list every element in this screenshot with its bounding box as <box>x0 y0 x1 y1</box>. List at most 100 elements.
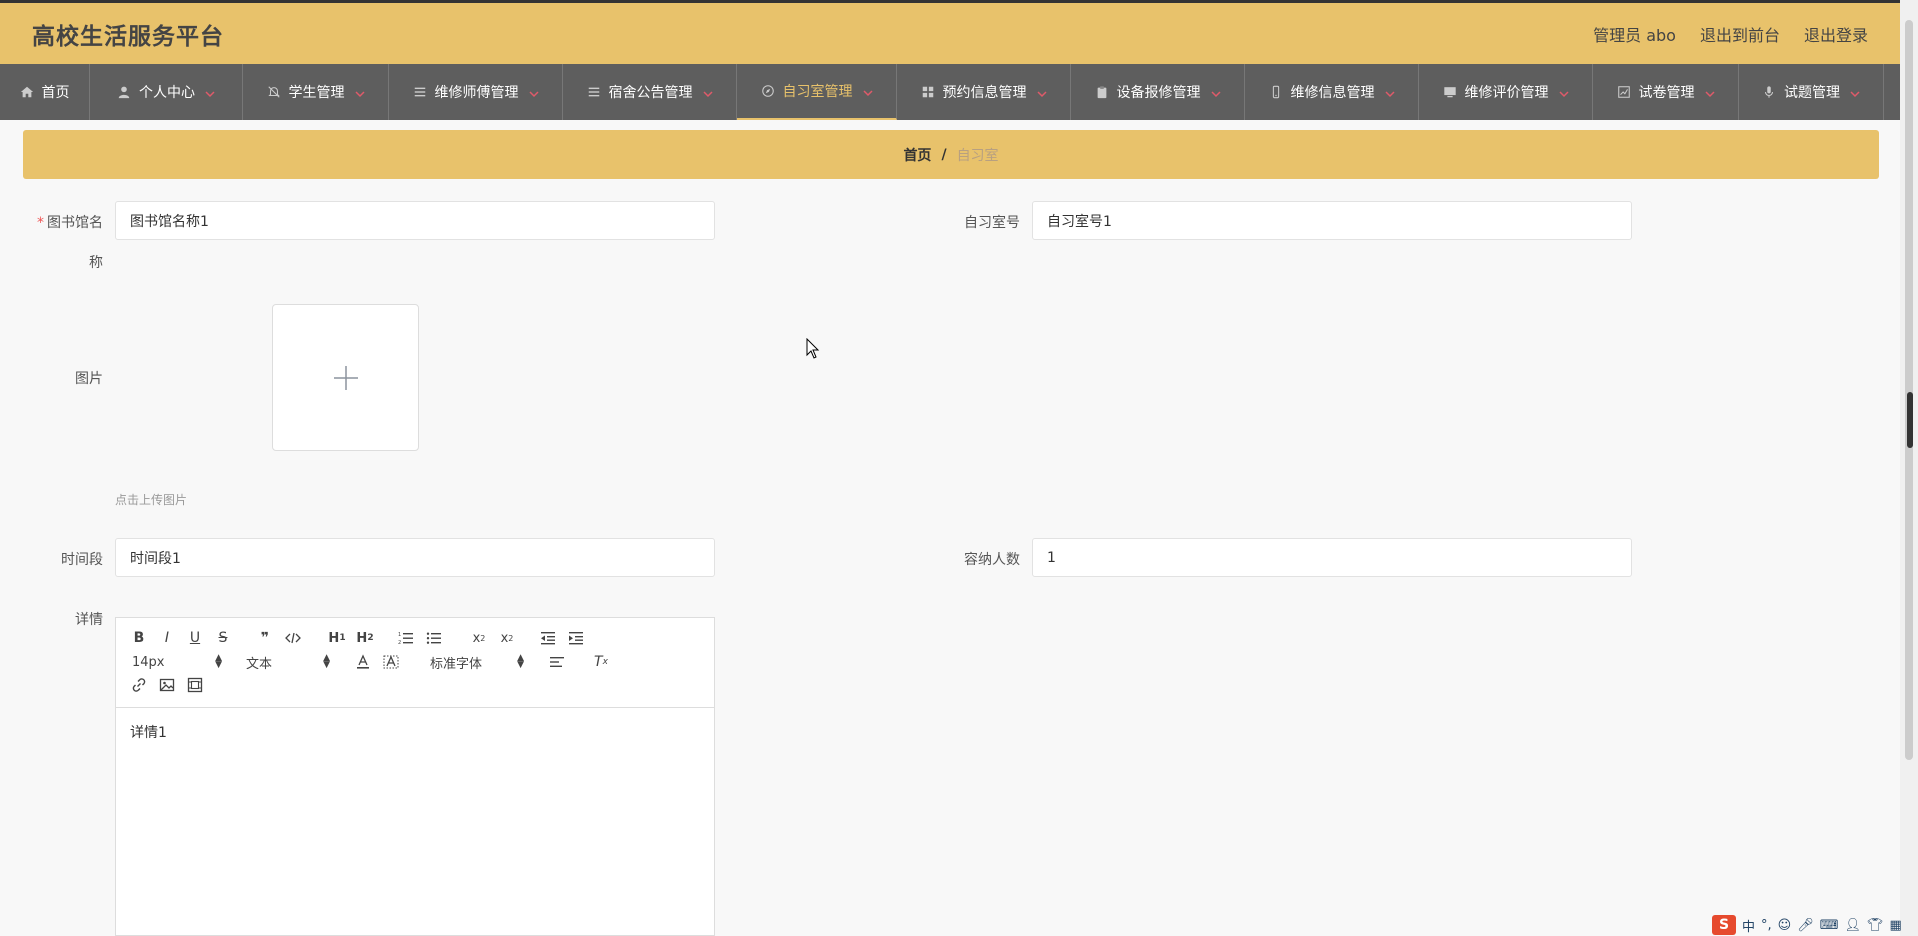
image-upload-button[interactable] <box>272 304 419 451</box>
nav-item-repair-reviews[interactable]: 维修评价管理 <box>1419 64 1593 120</box>
image-icon[interactable] <box>158 676 176 694</box>
user-icon <box>117 85 131 99</box>
font-family-value: 标准字体 <box>430 656 483 672</box>
library-name-label-wrap: 称 <box>89 255 103 271</box>
detail-label: 详情 <box>75 612 103 628</box>
upload-hint: 点击上传图片 <box>115 493 188 507</box>
breadcrumb: 首页 / 自习室 <box>23 130 1879 179</box>
phone-icon <box>1269 85 1283 99</box>
time-slot-label: 时间段 <box>61 552 103 568</box>
nav-item-study-rooms[interactable]: 自习室管理 <box>737 64 897 120</box>
nav-item-papers[interactable]: 试卷管理 <box>1593 64 1739 120</box>
breadcrumb-home[interactable]: 首页 <box>903 145 931 165</box>
mic-icon[interactable]: 🎤︎ <box>1797 918 1814 933</box>
header-picker[interactable]: 文本 ▲ ▼ <box>246 653 330 672</box>
sogou-logo-icon[interactable]: S <box>1712 915 1736 935</box>
logout-link[interactable]: 退出登录 <box>1804 22 1868 46</box>
capacity-label: 容纳人数 <box>964 552 1020 568</box>
nav-item-dorm-notices[interactable]: 宿舍公告管理 <box>563 64 737 120</box>
italic-button[interactable]: I <box>158 629 176 647</box>
h2-button[interactable]: H2 <box>354 629 376 647</box>
nav-label: 试题管理 <box>1784 85 1840 101</box>
underline-button[interactable]: U <box>186 629 204 647</box>
library-name-label: * 图书馆名 <box>30 212 103 232</box>
ime-tray: S 中 °, ☺ 🎤︎ ⌨ 👤︎ 👕︎ ▦ <box>1712 914 1902 936</box>
compass-icon <box>761 84 775 98</box>
font-size-picker[interactable]: 14px ▲ ▼ <box>132 653 222 671</box>
header-actions: 管理员 abo 退出到前台 退出登录 <box>1593 22 1868 46</box>
picture-label: 图片 <box>75 371 103 387</box>
blockquote-icon[interactable]: ❞ <box>256 629 274 647</box>
breadcrumb-current: 自习室 <box>956 147 999 164</box>
nav-label: 维修信息管理 <box>1290 85 1375 101</box>
align-icon[interactable] <box>548 653 566 671</box>
ordered-list-icon[interactable]: 12 <box>397 629 415 647</box>
capacity-input[interactable]: 1 <box>1032 538 1632 577</box>
chevron-down-icon <box>1558 87 1569 98</box>
superscript-button[interactable]: x2 <box>496 629 518 647</box>
indent-icon[interactable] <box>567 629 585 647</box>
to-front-link[interactable]: 退出到前台 <box>1700 22 1780 46</box>
editor-toolbar: B I U S ❞ H1 H2 12 x2 x2 14px ▲ ▼ 文本 ▲ ▼ 标准字… <box>116 618 714 708</box>
top-header: 高校生活服务平台 管理员 abo 退出到前台 退出登录 <box>0 0 1900 64</box>
grid-menu-icon[interactable]: ▦ <box>1890 918 1902 933</box>
nav-item-profile[interactable]: 个人中心 <box>90 64 243 120</box>
nav-label: 学生管理 <box>288 85 345 101</box>
bold-button[interactable]: B <box>130 629 148 647</box>
code-icon[interactable] <box>284 629 302 647</box>
header-value: 文本 <box>246 656 273 672</box>
svg-text:2: 2 <box>398 640 401 646</box>
nav-label: 维修评价管理 <box>1464 85 1549 101</box>
keyboard-icon[interactable]: ⌨ <box>1820 918 1839 933</box>
video-icon[interactable] <box>186 676 204 694</box>
nav-item-equipment-repair[interactable]: 设备报修管理 <box>1071 64 1245 120</box>
room-no-input[interactable]: 自习室号1 <box>1032 201 1632 240</box>
bullet-list-icon[interactable] <box>425 629 443 647</box>
app-title: 高校生活服务平台 <box>32 23 224 50</box>
nav-label: 首页 <box>41 85 70 101</box>
user-icon[interactable]: 👤︎ <box>1845 918 1862 933</box>
nav-label: 预约信息管理 <box>942 85 1027 101</box>
clear-format-icon[interactable]: Tx <box>592 653 610 671</box>
nav-label: 设备报修管理 <box>1116 85 1201 101</box>
h1-button[interactable]: H1 <box>326 629 348 647</box>
library-name-input[interactable]: 图书馆名称1 <box>115 201 715 240</box>
chevron-down-icon <box>1850 87 1860 98</box>
bell-off-icon <box>267 85 281 99</box>
nav-label: 自习室管理 <box>782 84 853 100</box>
background-color-icon[interactable] <box>382 653 400 671</box>
page-scrollbar[interactable] <box>1900 0 1918 936</box>
chevron-down-icon <box>528 87 539 98</box>
outdent-icon[interactable] <box>539 629 557 647</box>
picker-arrows-icon: ▲ ▼ <box>323 653 330 670</box>
scrollbar-marker <box>1907 392 1913 448</box>
link-icon[interactable] <box>130 676 148 694</box>
nav-item-students[interactable]: 学生管理 <box>243 64 389 120</box>
mic-icon <box>1762 85 1776 99</box>
scrollbar-thumb[interactable] <box>1905 20 1913 760</box>
clipboard-icon <box>1095 85 1109 99</box>
svg-text:1: 1 <box>398 632 401 638</box>
chevron-down-icon <box>1210 87 1221 98</box>
nav-item-questions[interactable]: 试题管理 <box>1739 64 1884 120</box>
ime-mode-indicator[interactable]: 中 <box>1742 916 1755 935</box>
font-family-picker[interactable]: 标准字体 ▲ ▼ <box>430 653 524 672</box>
picker-arrows-icon: ▲ ▼ <box>517 653 524 670</box>
picker-arrows-icon: ▲ ▼ <box>215 653 222 670</box>
subscript-button[interactable]: x2 <box>468 629 490 647</box>
mouse-cursor-icon <box>806 338 820 359</box>
nav-item-reservations[interactable]: 预约信息管理 <box>897 64 1071 120</box>
chevron-down-icon <box>1036 87 1047 98</box>
nav-item-home[interactable]: 首页 <box>0 64 90 120</box>
strike-button[interactable]: S <box>214 629 232 647</box>
time-slot-input[interactable]: 时间段1 <box>115 538 715 577</box>
nav-item-repair-info[interactable]: 维修信息管理 <box>1245 64 1419 120</box>
nav-item-repairmen[interactable]: 维修师傅管理 <box>389 64 563 120</box>
font-color-icon[interactable] <box>354 653 372 671</box>
emoji-icon[interactable]: ☺ <box>1778 918 1792 933</box>
chevron-down-icon <box>702 87 713 98</box>
punctuation-icon[interactable]: °, <box>1761 918 1772 933</box>
main-nav: 首页 个人中心 学生管理 维修师傅管理 宿舍公告管理 自习室管理 预约信息管理 … <box>0 64 1900 120</box>
editor-content[interactable]: 详情1 <box>116 708 714 756</box>
skin-icon[interactable]: 👕︎ <box>1867 918 1884 933</box>
